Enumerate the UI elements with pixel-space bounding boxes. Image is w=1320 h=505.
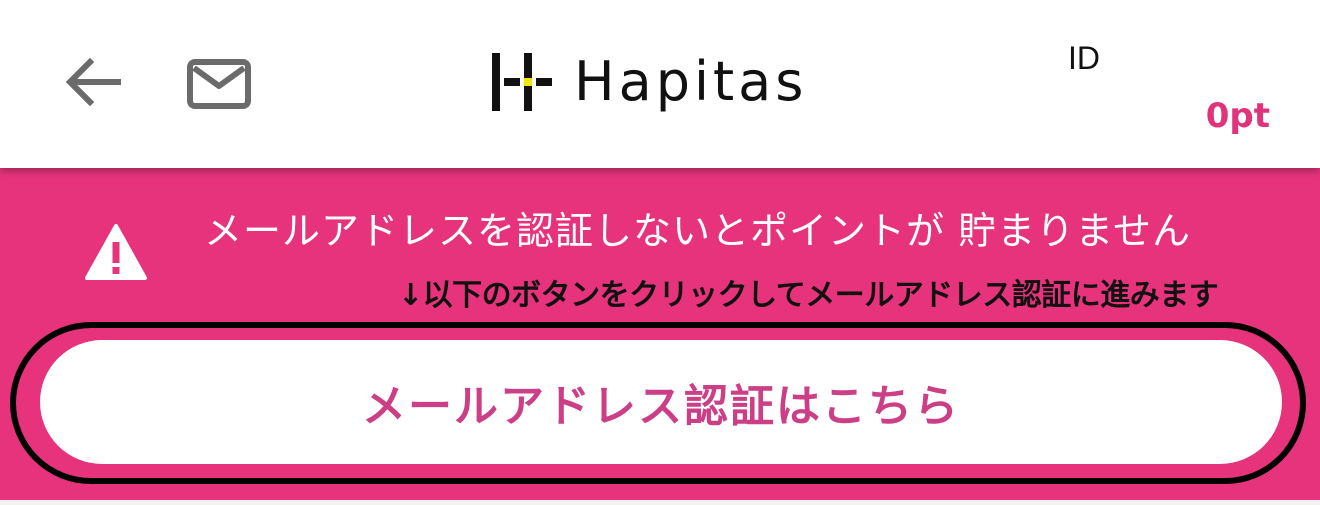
back-button[interactable] bbox=[62, 52, 124, 112]
hapitas-logo[interactable]: Hapitas bbox=[488, 50, 807, 114]
app-header: Hapitas ID 0pt bbox=[0, 0, 1320, 168]
user-id-label: ID bbox=[1068, 40, 1100, 76]
warning-icon bbox=[85, 224, 147, 280]
verification-warning-text: メールアドレスを認証しないとポイントが 貯まりません bbox=[204, 209, 1191, 253]
mail-button[interactable] bbox=[186, 58, 252, 110]
mail-icon bbox=[187, 59, 251, 109]
content-divider bbox=[0, 500, 1320, 505]
logo-mark-icon bbox=[492, 53, 552, 111]
logo-text: Hapitas bbox=[574, 50, 808, 113]
email-verify-button[interactable]: メールアドレス認証はこちら bbox=[40, 340, 1282, 464]
points-balance[interactable]: 0pt bbox=[1206, 96, 1270, 136]
arrow-left-icon bbox=[65, 57, 121, 107]
instruction-hint: ↓以下のボタンをクリックしてメールアドレス認証に進みます bbox=[398, 278, 1219, 313]
